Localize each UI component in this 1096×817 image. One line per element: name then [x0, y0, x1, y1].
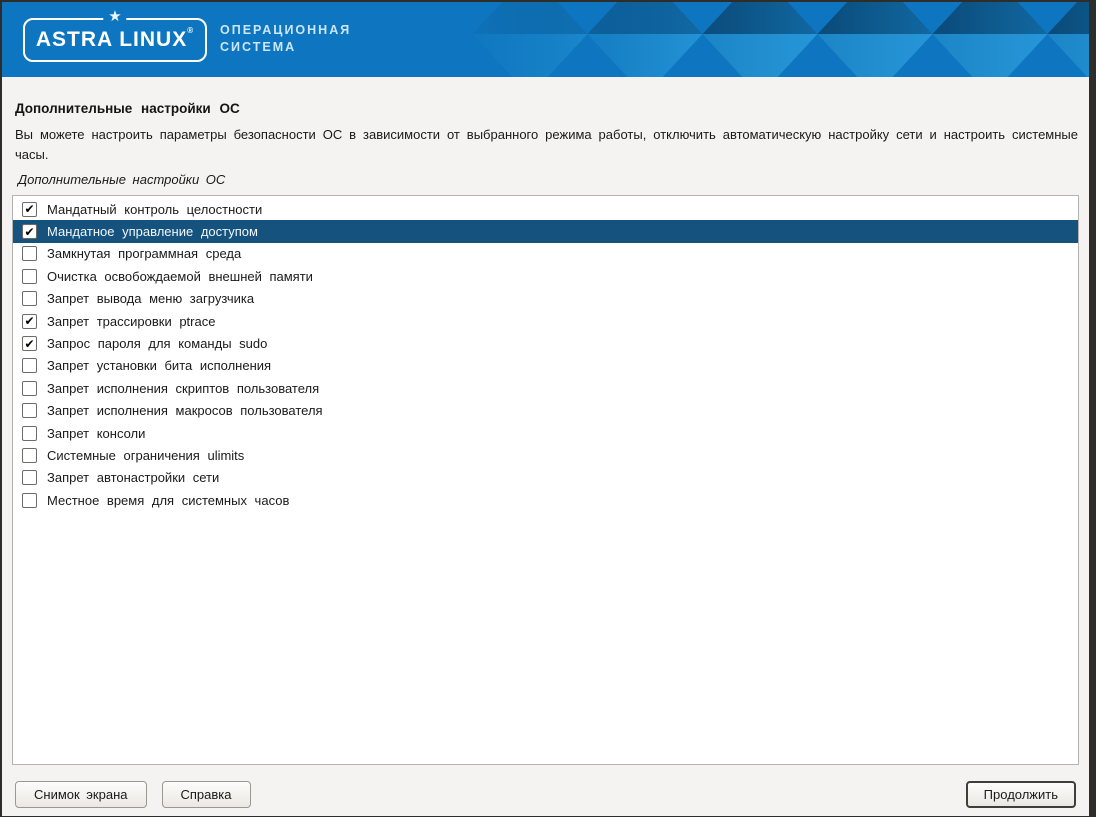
window-frame: ★ ASTRA LINUX® ОПЕРАЦИОННАЯ СИСТЕМА Допо…: [0, 0, 1096, 817]
checkbox-checked-icon[interactable]: ✔: [22, 224, 37, 239]
checkbox-unchecked-icon[interactable]: [22, 381, 37, 396]
list-item[interactable]: Очистка освобождаемой внешней памяти: [13, 265, 1078, 287]
list-item-label: Запрет исполнения макросов пользователя: [47, 403, 323, 418]
logo-text: ASTRA LINUX®: [36, 28, 194, 52]
list-item-label: Мандатный контроль целостности: [47, 202, 262, 217]
list-item-label: Системные ограничения ulimits: [47, 448, 244, 463]
settings-list[interactable]: ✔ Мандатный контроль целостности ✔ Мандатно…: [12, 195, 1079, 765]
checkbox-checked-icon[interactable]: ✔: [22, 202, 37, 217]
page-description: Вы можете настроить параметры безопаснос…: [15, 125, 1078, 165]
settings-group-label: Дополнительные настройки ОС: [18, 172, 1089, 187]
header-banner: ★ ASTRA LINUX® ОПЕРАЦИОННАЯ СИСТЕМА: [2, 2, 1089, 77]
list-item[interactable]: Запрет вывода меню загрузчика: [13, 288, 1078, 310]
checkbox-unchecked-icon[interactable]: [22, 291, 37, 306]
list-item-label: Запрет вывода меню загрузчика: [47, 291, 254, 306]
list-item-label: Запрет автонастройки сети: [47, 470, 219, 485]
list-item-label: Запрет исполнения скриптов пользователя: [47, 381, 319, 396]
list-item-label: Запрос пароля для команды sudo: [47, 336, 267, 351]
header-geometric-pattern: [439, 2, 1089, 77]
installer-window: ★ ASTRA LINUX® ОПЕРАЦИОННАЯ СИСТЕМА Допо…: [2, 2, 1089, 816]
checkbox-unchecked-icon[interactable]: [22, 426, 37, 441]
list-item-label: Запрет трассировки ptrace: [47, 314, 215, 329]
list-item[interactable]: Замкнутая программная среда: [13, 243, 1078, 265]
star-icon: ★: [103, 9, 126, 25]
list-item[interactable]: ✔ Запрос пароля для команды sudo: [13, 332, 1078, 354]
list-item-label: Запрет установки бита исполнения: [47, 358, 271, 373]
page-title: Дополнительные настройки ОС: [15, 101, 1076, 116]
registered-mark: ®: [187, 26, 194, 35]
list-item[interactable]: Запрет исполнения макросов пользователя: [13, 400, 1078, 422]
continue-button[interactable]: Продолжить: [966, 781, 1076, 808]
help-button[interactable]: Справка: [162, 781, 251, 808]
checkbox-unchecked-icon[interactable]: [22, 358, 37, 373]
list-item-label: Мандатное управление доступом: [47, 224, 258, 239]
list-item[interactable]: ✔ Мандатное управление доступом: [13, 220, 1078, 242]
list-item[interactable]: Системные ограничения ulimits: [13, 444, 1078, 466]
list-item-label: Замкнутая программная среда: [47, 246, 241, 261]
checkbox-unchecked-icon[interactable]: [22, 493, 37, 508]
list-item[interactable]: Запрет консоли: [13, 422, 1078, 444]
checkbox-unchecked-icon[interactable]: [22, 448, 37, 463]
footer-bar: Снимок экрана Справка Продолжить: [2, 781, 1089, 808]
checkbox-unchecked-icon[interactable]: [22, 470, 37, 485]
list-item-label: Запрет консоли: [47, 426, 145, 441]
list-item[interactable]: Запрет установки бита исполнения: [13, 355, 1078, 377]
brand-subtitle: ОПЕРАЦИОННАЯ СИСТЕМА: [220, 22, 351, 56]
checkbox-checked-icon[interactable]: ✔: [22, 336, 37, 351]
astra-linux-logo: ★ ASTRA LINUX®: [23, 18, 207, 62]
checkbox-unchecked-icon[interactable]: [22, 246, 37, 261]
list-item-label: Очистка освобождаемой внешней памяти: [47, 269, 313, 284]
list-item[interactable]: ✔ Запрет трассировки ptrace: [13, 310, 1078, 332]
checkbox-checked-icon[interactable]: ✔: [22, 314, 37, 329]
checkbox-unchecked-icon[interactable]: [22, 269, 37, 284]
list-item[interactable]: Местное время для системных часов: [13, 489, 1078, 511]
checkbox-unchecked-icon[interactable]: [22, 403, 37, 418]
screenshot-button[interactable]: Снимок экрана: [15, 781, 147, 808]
list-item[interactable]: ✔ Мандатный контроль целостности: [13, 198, 1078, 220]
list-item[interactable]: Запрет исполнения скриптов пользователя: [13, 377, 1078, 399]
list-item[interactable]: Запрет автонастройки сети: [13, 467, 1078, 489]
list-item-label: Местное время для системных часов: [47, 493, 289, 508]
